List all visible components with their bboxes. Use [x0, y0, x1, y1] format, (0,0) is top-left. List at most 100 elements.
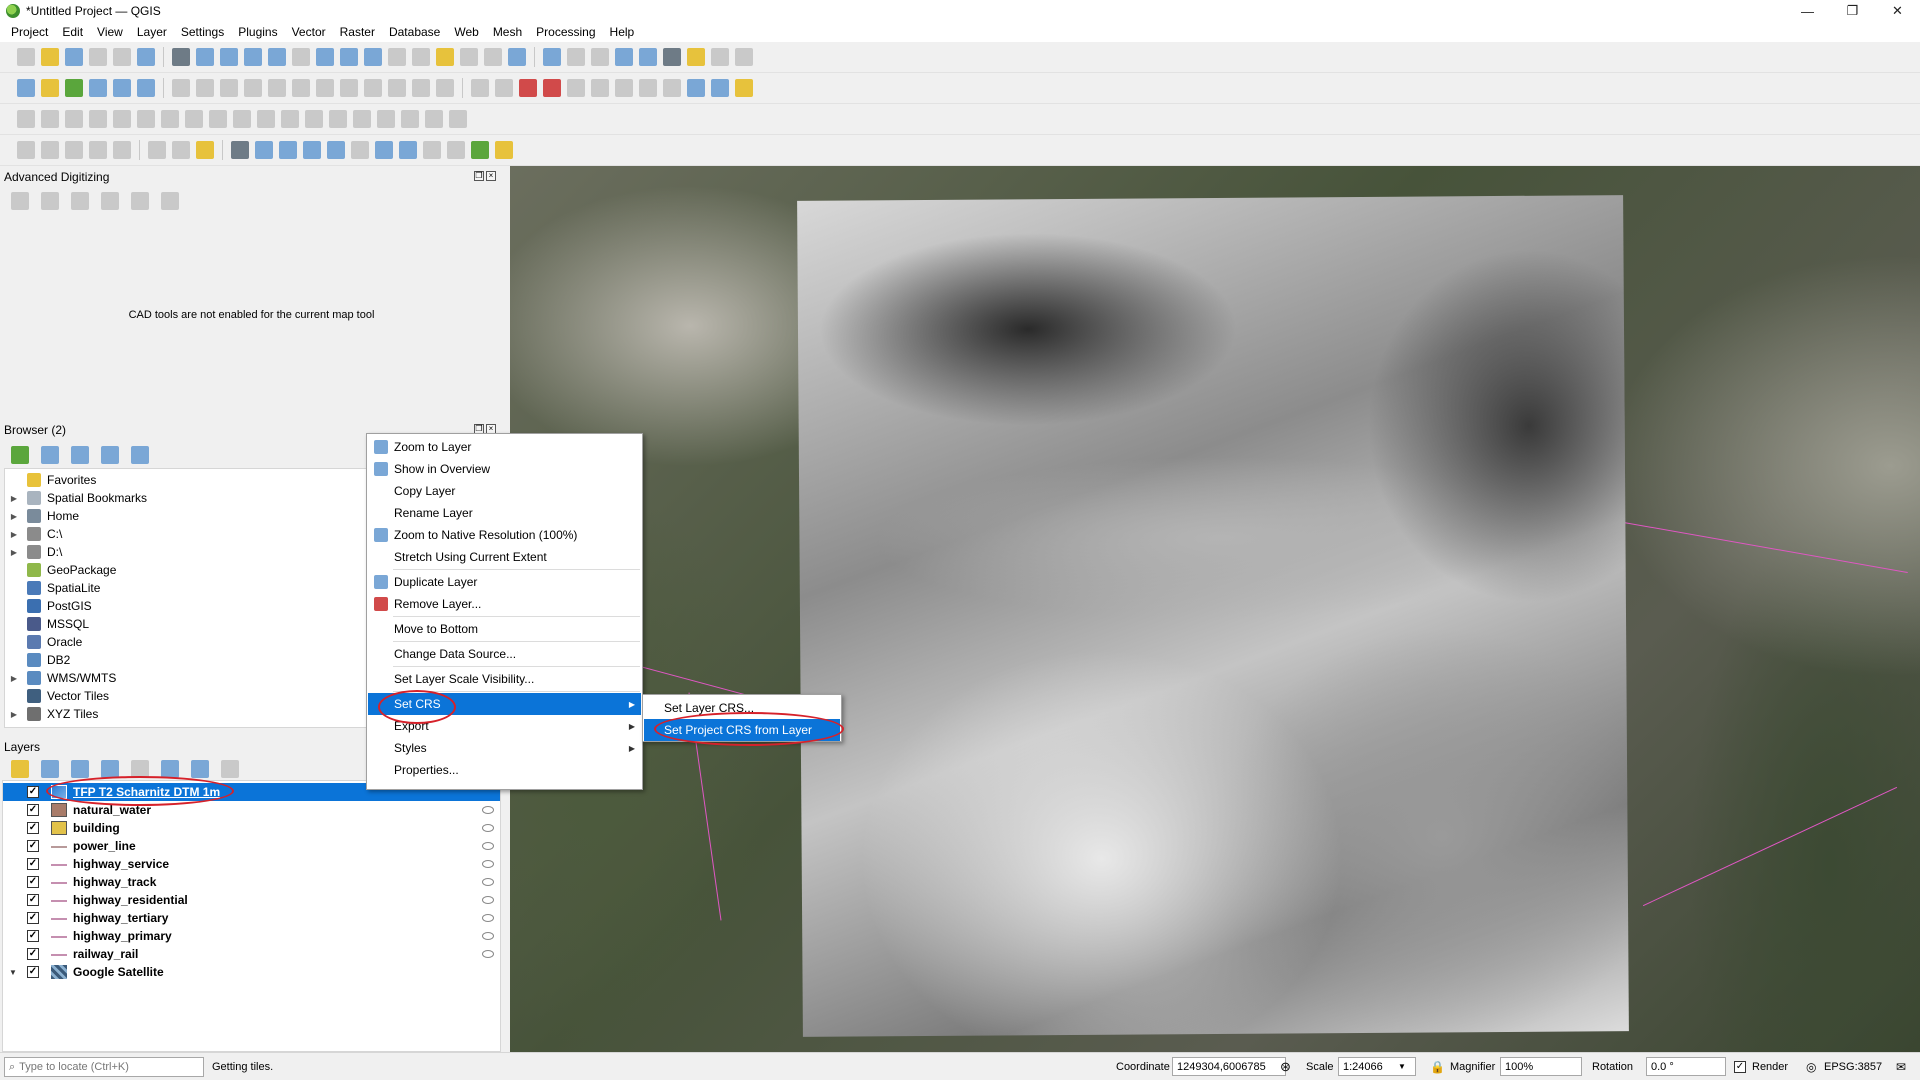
redo-icon[interactable]	[436, 79, 454, 97]
browser-item[interactable]: PostGIS	[5, 597, 92, 615]
context-menu-item[interactable]: Change Data Source...	[368, 643, 641, 665]
simplify-feature-icon[interactable]	[113, 110, 131, 128]
delete-part-icon[interactable]	[233, 110, 251, 128]
cad-construction-icon[interactable]	[41, 192, 59, 210]
layer-indicator-icon[interactable]	[482, 824, 494, 832]
measure-icon[interactable]	[663, 48, 681, 66]
select-by-expression-icon[interactable]	[89, 141, 107, 159]
remove-layer-icon[interactable]	[221, 760, 239, 778]
add-ring-icon[interactable]	[137, 110, 155, 128]
maximize-button[interactable]: ❐	[1830, 0, 1875, 22]
digitize-curve-icon[interactable]	[279, 141, 297, 159]
browser-item[interactable]: ▶ C:\	[5, 525, 62, 543]
save-project-icon[interactable]	[65, 48, 83, 66]
browser-item[interactable]: ▶ WMS/WMTS	[5, 669, 116, 687]
zoom-out-icon[interactable]	[244, 48, 262, 66]
layer-visibility-checkbox[interactable]: ✓	[27, 930, 39, 942]
expand-all-icon[interactable]	[161, 760, 179, 778]
render-checkbox[interactable]: ✓	[1734, 1060, 1746, 1073]
fill-ring-icon[interactable]	[185, 110, 203, 128]
vertex-tool-icon[interactable]	[268, 79, 286, 97]
layer-visibility-checkbox[interactable]: ✓	[27, 822, 39, 834]
layer-visibility-checkbox[interactable]: ✓	[27, 912, 39, 924]
layer-indicator-icon[interactable]	[482, 860, 494, 868]
cad-settings-icon[interactable]	[131, 192, 149, 210]
new-project-icon[interactable]	[17, 48, 35, 66]
delete-ring-icon[interactable]	[209, 110, 227, 128]
filter-legend-icon[interactable]	[101, 760, 119, 778]
menu-vector[interactable]: Vector	[285, 25, 333, 39]
layer-indicator-icon[interactable]	[482, 950, 494, 958]
add-feature-icon[interactable]	[244, 79, 262, 97]
diagram-tool-icon[interactable]	[495, 79, 513, 97]
toggle-label-display-icon[interactable]	[543, 79, 561, 97]
copy-features-icon[interactable]	[364, 79, 382, 97]
browser-item[interactable]: ▶ D:\	[5, 543, 62, 561]
cad-parallel-icon[interactable]	[71, 192, 89, 210]
layer-visibility-checkbox[interactable]: ✓	[27, 858, 39, 870]
change-label-icon[interactable]	[663, 79, 681, 97]
layer-visibility-checkbox[interactable]: ✓	[27, 876, 39, 888]
menu-processing[interactable]: Processing	[529, 25, 602, 39]
qgis-plugin-a-icon[interactable]	[471, 141, 489, 159]
layer-visibility-checkbox[interactable]: ✓	[27, 804, 39, 816]
add-ellipse-icon[interactable]	[172, 141, 190, 159]
rotation-field[interactable]	[1646, 1057, 1726, 1076]
lock-scale-icon[interactable]: 🔒	[1430, 1060, 1445, 1074]
cad-perpendicular-icon[interactable]	[101, 192, 119, 210]
layer-visibility-checkbox[interactable]: ✓	[27, 948, 39, 960]
layer-visibility-checkbox[interactable]: ✓	[27, 966, 39, 978]
refresh-icon[interactable]	[508, 48, 526, 66]
offset-curve-icon[interactable]	[281, 110, 299, 128]
python-console-icon[interactable]	[735, 79, 753, 97]
temporal-controller-icon[interactable]	[484, 48, 502, 66]
paste-features-icon[interactable]	[388, 79, 406, 97]
minimize-button[interactable]: —	[1785, 0, 1830, 22]
expand-arrow-icon[interactable]: ▶	[9, 494, 19, 503]
enable-advanced-digitizing-icon[interactable]	[17, 110, 35, 128]
menu-database[interactable]: Database	[382, 25, 447, 39]
layer-row[interactable]: ✓ natural_water	[3, 801, 500, 819]
snapping-options-icon[interactable]	[303, 141, 321, 159]
avoid-overlap-icon[interactable]	[327, 141, 345, 159]
layer-visibility-checkbox[interactable]: ✓	[27, 786, 39, 798]
layer-row[interactable]: ✓ highway_track	[3, 873, 500, 891]
layer-row[interactable]: ✓ highway_service	[3, 855, 500, 873]
new-spatialite-layer-icon[interactable]	[89, 79, 107, 97]
layer-indicator-icon[interactable]	[482, 806, 494, 814]
browser-item[interactable]: GeoPackage	[5, 561, 116, 579]
show-hide-labels-icon[interactable]	[591, 79, 609, 97]
reshape-features-icon[interactable]	[257, 110, 275, 128]
new-scratch-layer-icon[interactable]	[113, 79, 131, 97]
zoom-to-layer-icon[interactable]	[316, 48, 334, 66]
browser-item[interactable]: ▶ Home	[5, 507, 79, 525]
zoom-full-icon[interactable]	[268, 48, 286, 66]
expand-arrow-icon[interactable]: ▶	[9, 710, 19, 719]
snap-to-grid-icon[interactable]	[447, 141, 465, 159]
pin-labels-icon[interactable]	[567, 79, 585, 97]
new-virtual-layer-icon[interactable]	[137, 79, 155, 97]
open-attribute-table-icon[interactable]	[567, 48, 585, 66]
annotation-icon[interactable]	[711, 48, 729, 66]
context-menu-item[interactable]: Zoom to Native Resolution (100%)	[368, 524, 641, 546]
merge-attributes-icon[interactable]	[377, 110, 395, 128]
select-by-value-icon[interactable]	[41, 141, 59, 159]
pan-to-selection-icon[interactable]	[196, 48, 214, 66]
map-tips-icon[interactable]	[687, 48, 705, 66]
close-button[interactable]: ✕	[1875, 0, 1920, 22]
refresh-icon[interactable]	[41, 446, 59, 464]
manage-map-themes-icon[interactable]	[71, 760, 89, 778]
submenu-item[interactable]: Set Layer CRS...	[644, 697, 840, 719]
layer-indicator-icon[interactable]	[482, 932, 494, 940]
save-as-icon[interactable]	[89, 48, 107, 66]
zoom-in-icon[interactable]	[220, 48, 238, 66]
deselect-features-icon[interactable]	[65, 141, 83, 159]
select-location-icon[interactable]	[113, 141, 131, 159]
statistical-summary-icon[interactable]	[639, 48, 657, 66]
new-geopackage-layer-icon[interactable]	[41, 79, 59, 97]
browser-item[interactable]: DB2	[5, 651, 70, 669]
layer-indicator-icon[interactable]	[482, 914, 494, 922]
context-menu-item[interactable]: Export ▶	[368, 715, 641, 737]
layer-row[interactable]: ✓ highway_primary	[3, 927, 500, 945]
open-project-icon[interactable]	[41, 48, 59, 66]
